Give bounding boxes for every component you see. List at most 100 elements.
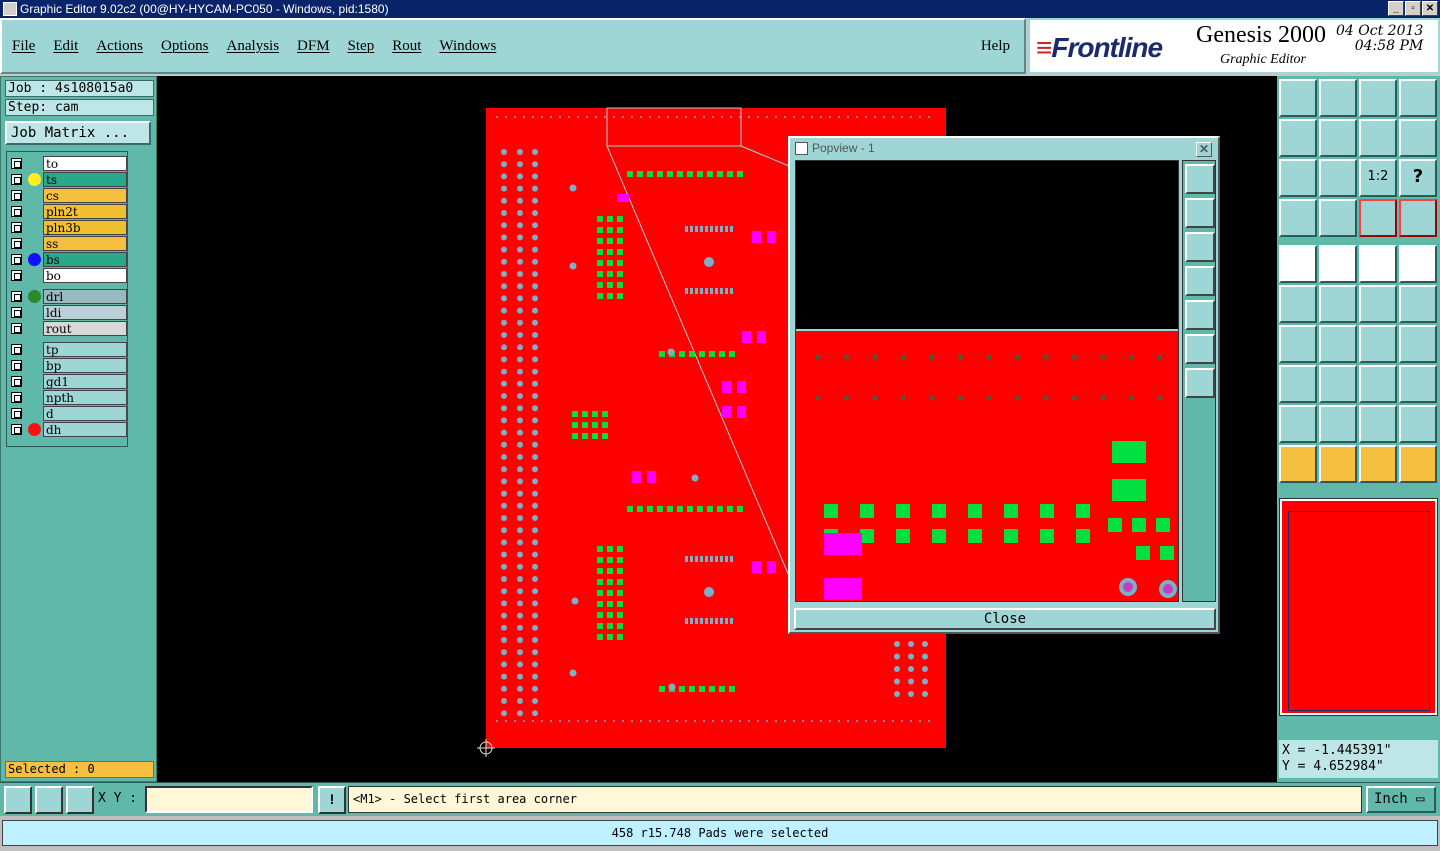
warn-b-icon[interactable] bbox=[1359, 405, 1397, 443]
delete-icon[interactable] bbox=[1319, 285, 1357, 323]
layer-row-gd1[interactable]: gd1 bbox=[9, 374, 127, 389]
layer-checkbox[interactable] bbox=[11, 392, 22, 403]
maximize-button[interactable]: ▫ bbox=[1405, 1, 1421, 16]
popview-pan-left-icon[interactable] bbox=[1185, 266, 1215, 296]
layer-name[interactable]: rout bbox=[43, 321, 127, 336]
layer-name[interactable]: ts bbox=[43, 172, 127, 187]
pan-left-icon[interactable] bbox=[1279, 119, 1317, 157]
pan-right-icon[interactable] bbox=[1319, 119, 1357, 157]
menu-file[interactable]: File bbox=[12, 38, 35, 55]
layer-row-bp[interactable]: bp bbox=[9, 358, 127, 373]
add-arc-icon[interactable] bbox=[1359, 285, 1397, 323]
menu-options[interactable]: Options bbox=[161, 38, 209, 55]
layer-name[interactable]: bo bbox=[43, 268, 127, 283]
grid-icon[interactable] bbox=[1319, 199, 1357, 237]
pointer-move-icon[interactable] bbox=[1359, 445, 1397, 483]
ruler-icon[interactable] bbox=[1359, 245, 1397, 283]
line-icon[interactable] bbox=[1319, 325, 1357, 363]
layer-name[interactable]: ss bbox=[43, 236, 127, 251]
arc-icon[interactable] bbox=[1359, 325, 1397, 363]
feature-icon[interactable] bbox=[1399, 325, 1437, 363]
layer-name[interactable]: cs bbox=[43, 188, 127, 203]
layer-checkbox[interactable] bbox=[11, 424, 22, 435]
center-icon[interactable] bbox=[1319, 159, 1357, 197]
layer-row-rout[interactable]: rout bbox=[9, 321, 127, 336]
layer-checkbox[interactable] bbox=[11, 291, 22, 302]
move-icon[interactable] bbox=[1279, 285, 1317, 323]
layer-checkbox[interactable] bbox=[11, 408, 22, 419]
layer-row-d[interactable]: d bbox=[9, 406, 127, 421]
alert-icon[interactable]: ! bbox=[318, 786, 346, 814]
layer-name[interactable]: ldi bbox=[43, 305, 127, 320]
layer-checkbox[interactable] bbox=[11, 344, 22, 355]
layer-checkbox[interactable] bbox=[11, 323, 22, 334]
layer-checkbox[interactable] bbox=[11, 254, 22, 265]
layer-name[interactable]: pln3b bbox=[43, 220, 127, 235]
snake-icon[interactable] bbox=[1399, 119, 1437, 157]
home-icon[interactable] bbox=[1359, 79, 1397, 117]
layer-row-pln2t[interactable]: pln2t bbox=[9, 204, 127, 219]
units-selector[interactable]: Inch ▭ bbox=[1366, 786, 1436, 813]
menu-step[interactable]: Step bbox=[348, 38, 375, 55]
layer-checkbox[interactable] bbox=[11, 158, 22, 169]
layer-row-ss[interactable]: ss bbox=[9, 236, 127, 251]
popview-zoom-in-icon[interactable] bbox=[1185, 334, 1215, 364]
layer-row-dh[interactable]: dh bbox=[9, 422, 127, 437]
add-pad-icon[interactable] bbox=[1399, 285, 1437, 323]
job-matrix-button[interactable]: Job Matrix ... bbox=[5, 121, 151, 145]
layer-checkbox[interactable] bbox=[11, 376, 22, 387]
popview-pan-down-icon[interactable] bbox=[1185, 232, 1215, 262]
menu-dfm[interactable]: DFM bbox=[297, 38, 330, 55]
grid-mode-icon[interactable] bbox=[66, 786, 94, 814]
popview-close-icon[interactable]: ✕ bbox=[1196, 142, 1212, 157]
layer-checkbox[interactable] bbox=[11, 174, 22, 185]
help-icon[interactable]: ? bbox=[1399, 159, 1437, 197]
layer-row-to[interactable]: to bbox=[9, 156, 127, 171]
snap-mode-icon[interactable] bbox=[4, 786, 32, 814]
layer-row-npth[interactable]: npth bbox=[9, 390, 127, 405]
split-view-icon[interactable] bbox=[1399, 79, 1437, 117]
warn-c-icon[interactable] bbox=[1399, 405, 1437, 443]
popview-zoom-view[interactable] bbox=[795, 160, 1179, 602]
select-shape-icon[interactable] bbox=[1279, 245, 1317, 283]
popview-pan-right-icon[interactable] bbox=[1185, 300, 1215, 330]
close-window-button[interactable]: ✕ bbox=[1422, 1, 1438, 16]
layers-icon[interactable] bbox=[1359, 199, 1397, 237]
xy-input[interactable] bbox=[145, 786, 313, 813]
cut-icon[interactable] bbox=[1319, 365, 1357, 403]
menu-rout[interactable]: Rout bbox=[392, 38, 421, 55]
layer-row-cs[interactable]: cs bbox=[9, 188, 127, 203]
pointer-icon[interactable] bbox=[1279, 445, 1317, 483]
pointer-sel-icon[interactable] bbox=[1319, 445, 1357, 483]
angle-icon[interactable] bbox=[1279, 325, 1317, 363]
minimize-button[interactable]: _ bbox=[1388, 1, 1404, 16]
layer-checkbox[interactable] bbox=[11, 238, 22, 249]
tools-icon[interactable] bbox=[1279, 199, 1317, 237]
popview-zoom-out-icon[interactable] bbox=[1185, 368, 1215, 398]
resize-icon[interactable] bbox=[1359, 365, 1397, 403]
layer-name[interactable]: gd1 bbox=[43, 374, 127, 389]
zoom-save-icon[interactable] bbox=[1319, 79, 1357, 117]
popview-pan-up-icon[interactable] bbox=[1185, 198, 1215, 228]
ratio-icon[interactable]: 1:2 bbox=[1359, 159, 1397, 197]
layer-checkbox[interactable] bbox=[11, 190, 22, 201]
layer-row-tp[interactable]: tp bbox=[9, 342, 127, 357]
layer-row-ts[interactable]: ts bbox=[9, 172, 127, 187]
pointer-path-icon[interactable] bbox=[1399, 445, 1437, 483]
layer-checkbox[interactable] bbox=[11, 222, 22, 233]
popview-zoom-fit-icon[interactable] bbox=[1185, 164, 1215, 194]
layers-alt-icon[interactable] bbox=[1399, 199, 1437, 237]
swap-icon[interactable] bbox=[1359, 119, 1397, 157]
layer-checkbox[interactable] bbox=[11, 360, 22, 371]
layer-name[interactable]: tp bbox=[43, 342, 127, 357]
measure-mode-icon[interactable] bbox=[35, 786, 63, 814]
popview-close-button[interactable]: Close bbox=[794, 608, 1216, 630]
layer-name[interactable]: bp bbox=[43, 358, 127, 373]
layer-row-ldi[interactable]: ldi bbox=[9, 305, 127, 320]
warn-a-icon[interactable] bbox=[1319, 405, 1357, 443]
layer-row-pln3b[interactable]: pln3b bbox=[9, 220, 127, 235]
layer-name[interactable]: to bbox=[43, 156, 127, 171]
zoom-home-icon[interactable] bbox=[1279, 79, 1317, 117]
menu-actions[interactable]: Actions bbox=[96, 38, 143, 55]
layer-checkbox[interactable] bbox=[11, 307, 22, 318]
